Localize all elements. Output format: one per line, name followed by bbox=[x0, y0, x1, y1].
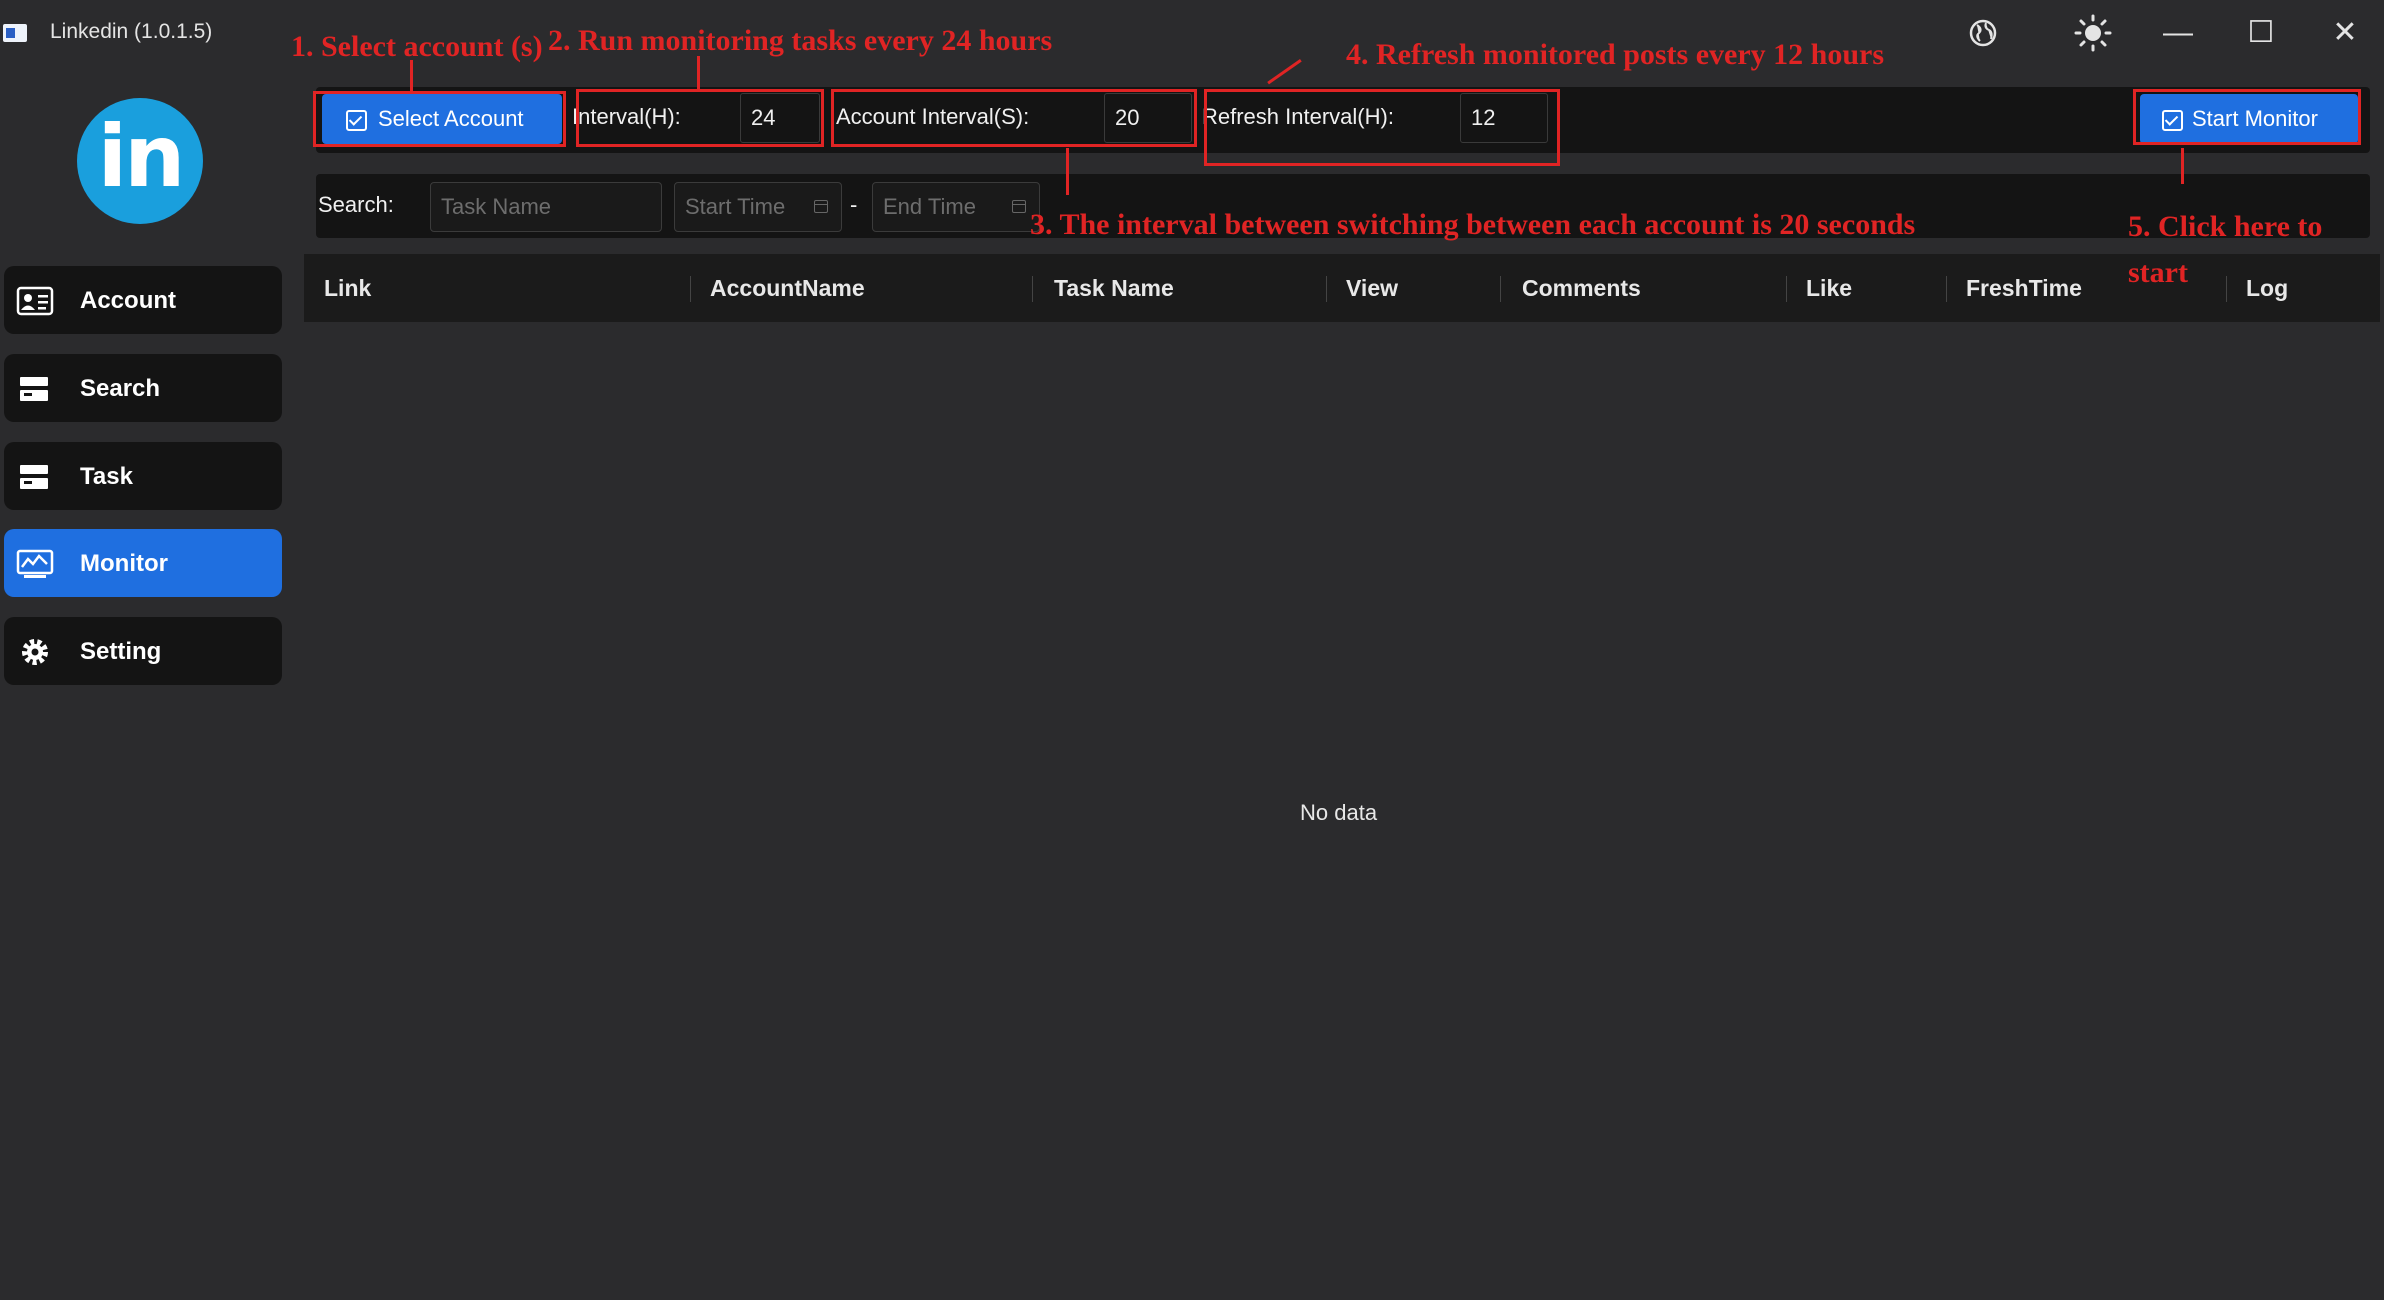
column-separator bbox=[1032, 276, 1033, 302]
annotation-connector bbox=[2181, 148, 2184, 184]
annotation-step-1: 1. Select account (s) bbox=[291, 30, 543, 63]
task-list-icon bbox=[20, 465, 48, 489]
column-separator bbox=[1326, 276, 1327, 302]
close-button[interactable]: ✕ bbox=[2320, 10, 2370, 56]
language-globe-icon[interactable] bbox=[1958, 10, 2008, 56]
window-title: Linkedin (1.0.1.5) bbox=[50, 20, 213, 43]
sidebar-item-setting[interactable]: Setting bbox=[4, 617, 282, 685]
column-separator bbox=[1786, 276, 1787, 302]
annotation-box-refresh-interval bbox=[1204, 89, 1560, 166]
column-header-comments[interactable]: Comments bbox=[1522, 254, 1641, 322]
search-label: Search: bbox=[318, 192, 394, 217]
maximize-button[interactable]: ☐ bbox=[2236, 10, 2286, 56]
column-header-like[interactable]: Like bbox=[1806, 254, 1852, 322]
table-header: Link AccountName Task Name View Comments… bbox=[304, 254, 2380, 322]
sidebar-item-label: Monitor bbox=[80, 550, 168, 577]
column-header-link[interactable]: Link bbox=[324, 254, 371, 322]
task-name-search-input[interactable] bbox=[430, 182, 662, 232]
minimize-button[interactable]: — bbox=[2153, 10, 2203, 56]
calendar-icon bbox=[814, 200, 828, 213]
sidebar-item-label: Task bbox=[80, 463, 133, 490]
account-card-icon bbox=[16, 286, 54, 316]
sidebar-item-label: Search bbox=[80, 375, 161, 402]
date-range-separator: - bbox=[850, 192, 858, 217]
sidebar-item-label: Account bbox=[80, 287, 176, 314]
sidebar-item-account[interactable]: Account bbox=[4, 266, 282, 334]
column-separator bbox=[2226, 276, 2227, 302]
sidebar-item-label: Setting bbox=[80, 638, 162, 665]
column-separator bbox=[1946, 276, 1947, 302]
column-header-task-name[interactable]: Task Name bbox=[1054, 254, 1174, 322]
annotation-step-4: 4. Refresh monitored posts every 12 hour… bbox=[1346, 38, 1885, 71]
column-header-fresh-time[interactable]: FreshTime bbox=[1966, 254, 2082, 322]
gear-icon bbox=[22, 639, 48, 665]
annotation-box-start-monitor bbox=[2133, 89, 2361, 145]
annotation-step-3: 3. The interval between switching betwee… bbox=[1030, 208, 1916, 241]
column-header-log[interactable]: Log bbox=[2246, 254, 2288, 322]
sidebar-item-search[interactable]: Search bbox=[4, 354, 282, 422]
app-icon bbox=[3, 24, 27, 42]
column-header-account-name[interactable]: AccountName bbox=[710, 254, 865, 322]
annotation-step-5-line-2: start bbox=[2128, 256, 2188, 289]
calendar-icon bbox=[1012, 200, 1026, 213]
monitor-chart-icon bbox=[16, 549, 54, 578]
annotation-box-select-account bbox=[313, 91, 566, 147]
sidebar-item-task[interactable]: Task bbox=[4, 442, 282, 510]
annotation-connector bbox=[1066, 148, 1069, 195]
column-header-view[interactable]: View bbox=[1346, 254, 1398, 322]
linkedin-logo: in bbox=[77, 98, 203, 224]
annotation-box-interval bbox=[576, 89, 824, 147]
annotation-step-2: 2. Run monitoring tasks every 24 hours bbox=[548, 24, 1053, 57]
annotation-connector bbox=[410, 60, 413, 93]
annotation-connector bbox=[697, 56, 700, 90]
column-separator bbox=[1500, 276, 1501, 302]
search-list-icon bbox=[20, 377, 48, 401]
empty-state-text: No data bbox=[1300, 800, 1378, 825]
annotation-box-account-interval bbox=[831, 89, 1197, 147]
theme-sun-icon[interactable] bbox=[2068, 10, 2118, 56]
column-separator bbox=[690, 276, 691, 302]
sidebar-item-monitor[interactable]: Monitor bbox=[4, 529, 282, 597]
annotation-step-5-line-1: 5. Click here to bbox=[2128, 210, 2323, 243]
logo-text: in bbox=[97, 107, 186, 207]
